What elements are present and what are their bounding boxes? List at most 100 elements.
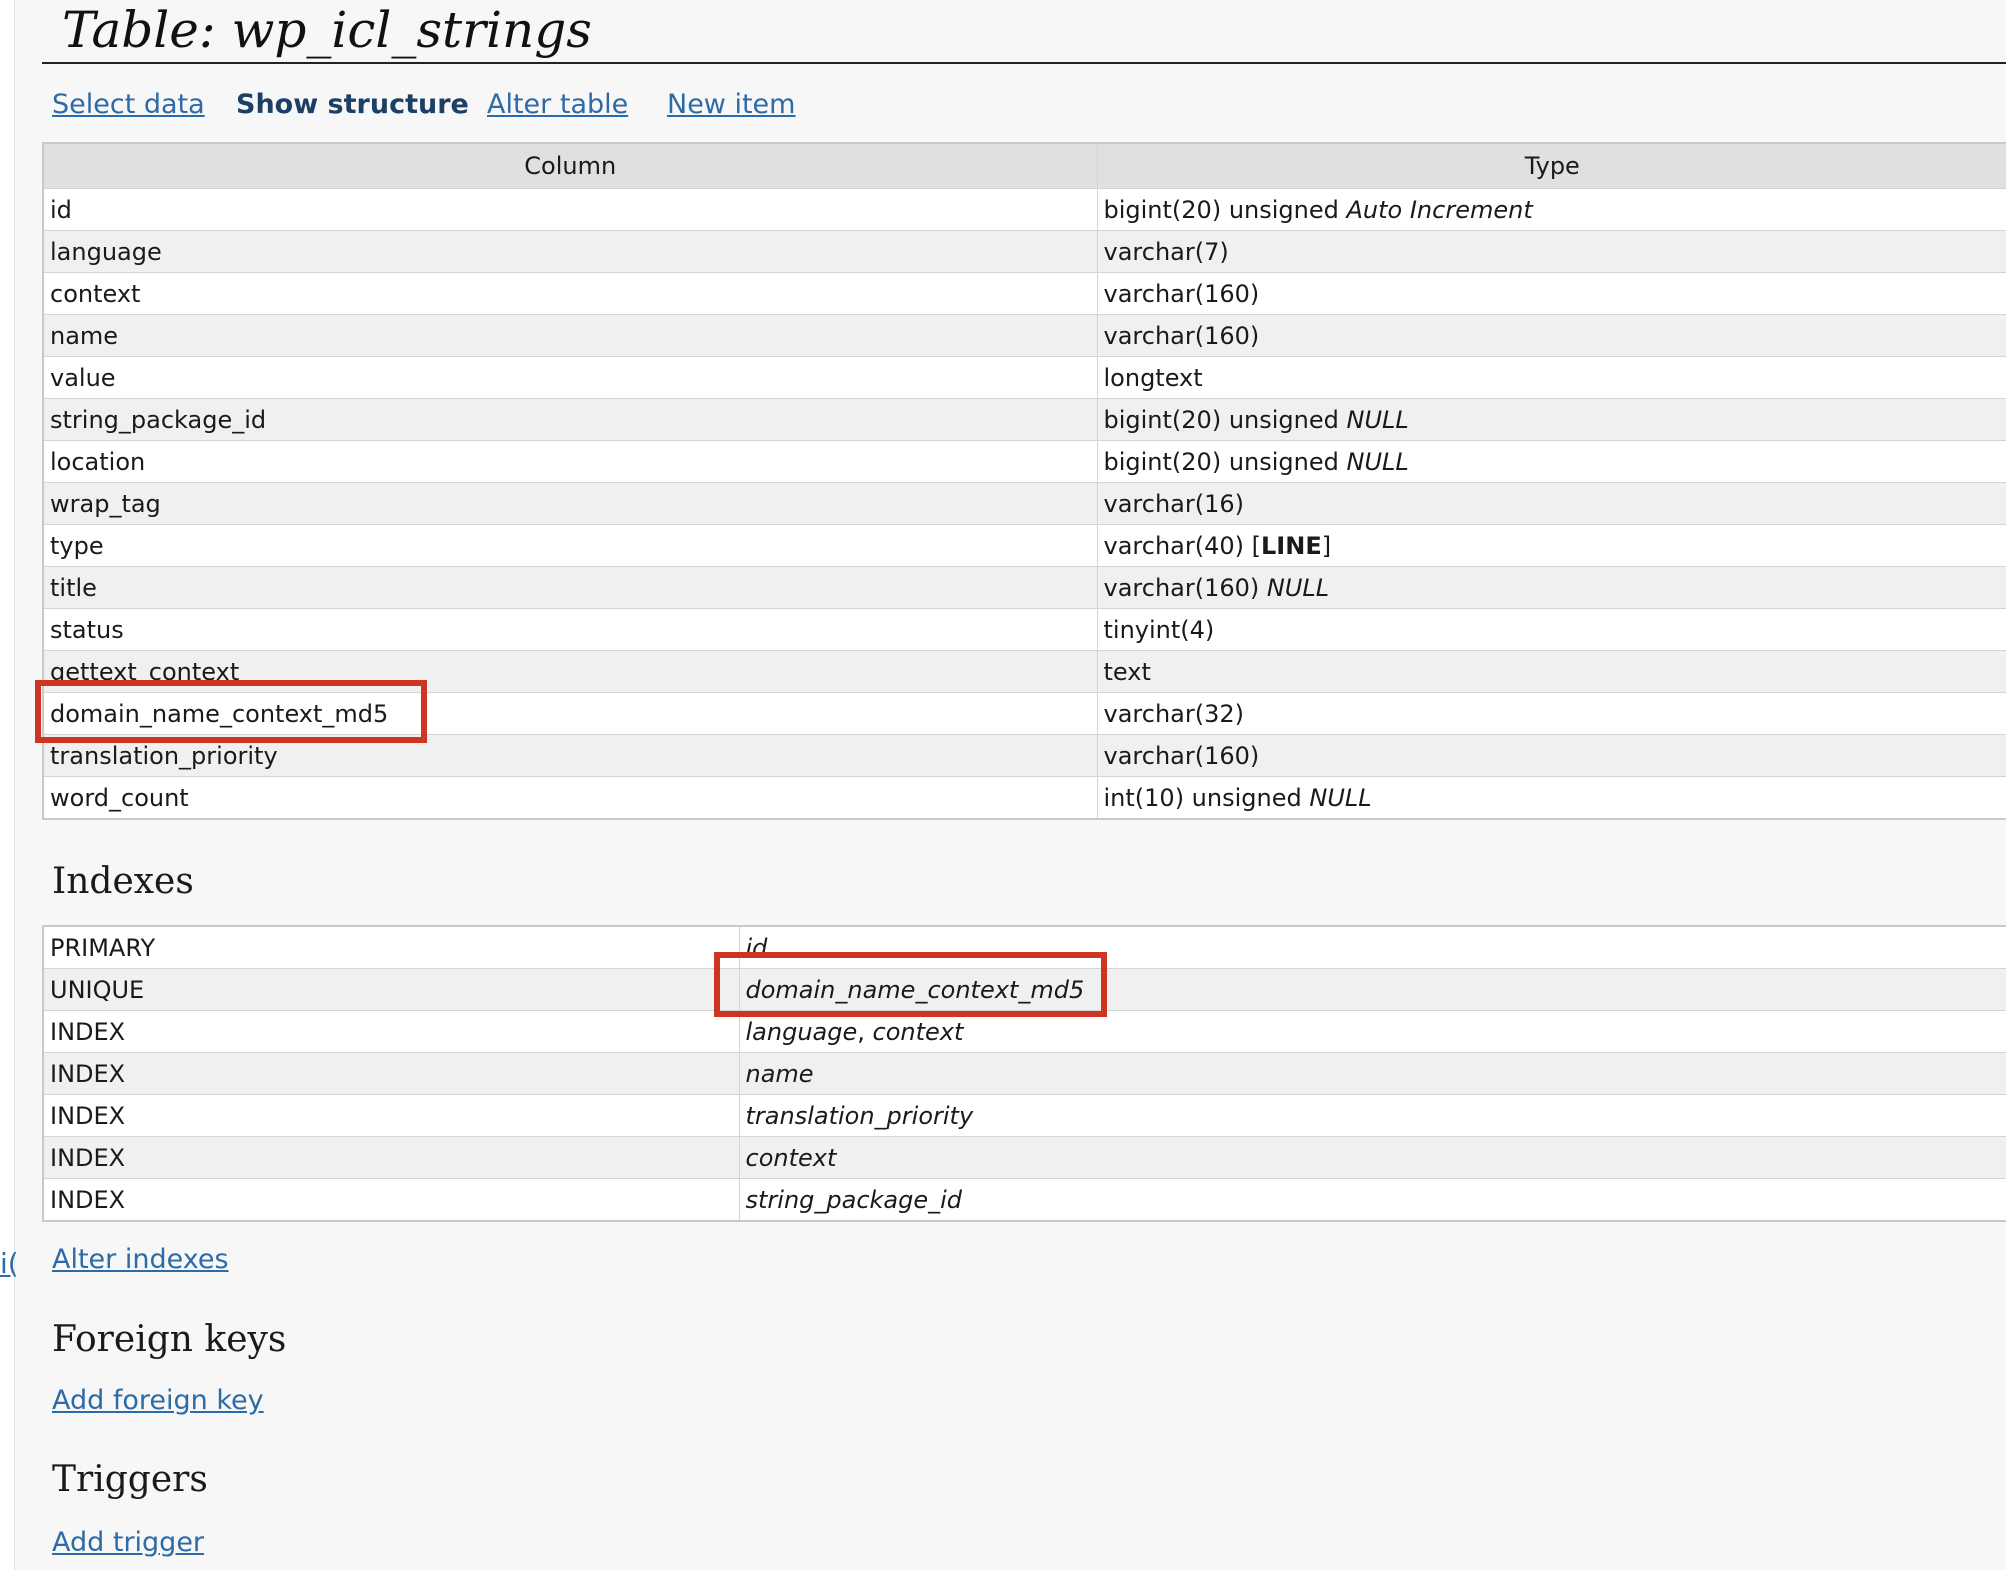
column-type-extra: NULL	[1346, 405, 1409, 434]
column-type-cell: varchar(7)	[1096, 230, 2006, 273]
column-name-cell: string_package_id	[42, 398, 1097, 441]
column-type-text: varchar(160)	[1103, 321, 1260, 350]
index-type-cell: INDEX	[42, 1010, 739, 1053]
index-row: INDEX name	[42, 1052, 2006, 1095]
indexes-table-body: PRIMARY id UNIQUE domain_name_context_md5 IN…	[42, 925, 2006, 1221]
page-title: Table: wp_icl_strings	[62, 1, 592, 59]
type-header[interactable]: Type	[1096, 142, 2006, 189]
column-name-cell: id	[42, 188, 1097, 231]
column-name-cell: context	[42, 272, 1097, 315]
sidebar-edge	[0, 0, 15, 1570]
alter-table-link[interactable]: Alter table	[487, 85, 628, 125]
index-columns-cell: language, context	[738, 1010, 2006, 1053]
index-type-cell: INDEX	[42, 1094, 739, 1137]
index-row: INDEX context	[42, 1136, 2006, 1179]
column-type-cell: varchar(16)	[1096, 482, 2006, 525]
structure-header-row: Column Type	[42, 142, 2006, 189]
structure-row: gettext_context text	[42, 650, 2006, 693]
new-item-link[interactable]: New item	[667, 85, 795, 125]
column-type-cell: longtext	[1096, 356, 2006, 399]
structure-table: Column Type id bigint(20) unsigned Auto I…	[42, 142, 2006, 820]
index-row: PRIMARY id	[42, 925, 2006, 969]
index-type-cell: INDEX	[42, 1178, 739, 1221]
index-type-cell: UNIQUE	[42, 968, 739, 1011]
alter-indexes-link[interactable]: Alter indexes	[52, 1242, 229, 1278]
column-type-cell: varchar(160)	[1096, 314, 2006, 357]
select-data-link[interactable]: Select data	[52, 85, 205, 125]
column-name-cell: name	[42, 314, 1097, 357]
structure-row: name varchar(160)	[42, 314, 2006, 357]
column-type-cell: varchar(160) NULL	[1096, 566, 2006, 609]
column-name-cell: value	[42, 356, 1097, 399]
column-type-cell: text	[1096, 650, 2006, 693]
sidebar-link-fragment[interactable]: i(	[0, 1250, 19, 1278]
structure-row: id bigint(20) unsigned Auto Increment	[42, 188, 2006, 231]
indexes-table: PRIMARY id UNIQUE domain_name_context_md5 IN…	[42, 925, 2006, 1222]
show-structure-link[interactable]: Show structure	[236, 85, 469, 125]
structure-row: value longtext	[42, 356, 2006, 399]
foreign-keys-heading: Foreign keys	[52, 1319, 287, 1360]
column-type-cell: varchar(40) [LINE]	[1096, 524, 2006, 567]
triggers-heading: Triggers	[52, 1459, 208, 1500]
index-column-name: translation_priority	[745, 1101, 974, 1130]
column-header[interactable]: Column	[42, 142, 1097, 189]
column-type-cell: int(10) unsigned NULL	[1096, 776, 2006, 819]
indexes-heading: Indexes	[52, 861, 194, 902]
index-columns-cell: id	[738, 925, 2006, 969]
column-type-text: varchar(32)	[1103, 699, 1245, 728]
column-name-cell: wrap_tag	[42, 482, 1097, 525]
index-row: INDEX translation_priority	[42, 1094, 2006, 1137]
column-type-cell: bigint(20) unsigned Auto Increment	[1096, 188, 2006, 231]
structure-row: language varchar(7)	[42, 230, 2006, 273]
index-column-name: name	[745, 1059, 814, 1088]
column-type-extra: [LINE]	[1251, 531, 1332, 560]
column-type-text: varchar(16)	[1103, 489, 1245, 518]
structure-row: context varchar(160)	[42, 272, 2006, 315]
column-name-cell: domain_name_context_md5	[42, 692, 1097, 735]
column-type-text: longtext	[1103, 363, 1203, 392]
column-type-text: bigint(20) unsigned	[1103, 195, 1339, 224]
column-type-text: int(10) unsigned	[1103, 783, 1302, 812]
column-type-text: bigint(20) unsigned	[1103, 405, 1339, 434]
column-type-cell: varchar(32)	[1096, 692, 2006, 735]
index-row: UNIQUE domain_name_context_md5	[42, 968, 2006, 1011]
column-type-text: varchar(160)	[1103, 279, 1260, 308]
column-name-cell: translation_priority	[42, 734, 1097, 777]
column-name-cell: gettext_context	[42, 650, 1097, 693]
index-columns-cell: string_package_id	[738, 1178, 2006, 1221]
index-column-name: string_package_id	[745, 1185, 963, 1214]
column-type-extra: Auto Increment	[1346, 195, 1533, 224]
structure-row: string_package_id bigint(20) unsigned NUL…	[42, 398, 2006, 441]
structure-row: status tinyint(4)	[42, 608, 2006, 651]
column-type-cell: varchar(160)	[1096, 272, 2006, 315]
column-name-cell: language	[42, 230, 1097, 273]
index-column-name: domain_name_context_md5	[745, 975, 1085, 1004]
column-type-cell: bigint(20) unsigned NULL	[1096, 398, 2006, 441]
title-divider	[42, 62, 2006, 64]
structure-row: type varchar(40) [LINE]	[42, 524, 2006, 567]
index-column-name: context	[745, 1143, 837, 1172]
index-columns-cell: translation_priority	[738, 1094, 2006, 1137]
structure-row: domain_name_context_md5 varchar(32)	[42, 692, 2006, 735]
structure-row: title varchar(160) NULL	[42, 566, 2006, 609]
column-type-text: varchar(160)	[1103, 741, 1260, 770]
index-row: INDEX language, context	[42, 1010, 2006, 1053]
index-row: INDEX string_package_id	[42, 1178, 2006, 1221]
column-name-cell: title	[42, 566, 1097, 609]
add-foreign-key-link[interactable]: Add foreign key	[52, 1383, 264, 1419]
structure-row: location bigint(20) unsigned NULL	[42, 440, 2006, 483]
index-column-name: context	[872, 1017, 964, 1046]
index-columns-cell: domain_name_context_md5	[738, 968, 2006, 1011]
structure-row: word_count int(10) unsigned NULL	[42, 776, 2006, 819]
column-type-text: varchar(160)	[1103, 573, 1260, 602]
column-type-text: text	[1103, 657, 1151, 686]
column-type-text: bigint(20) unsigned	[1103, 447, 1339, 476]
column-type-text: varchar(7)	[1103, 237, 1229, 266]
structure-table-body: id bigint(20) unsigned Auto Increment lang…	[42, 188, 2006, 819]
column-name-cell: type	[42, 524, 1097, 567]
column-name-cell: status	[42, 608, 1097, 651]
add-trigger-link[interactable]: Add trigger	[52, 1525, 204, 1561]
index-type-cell: INDEX	[42, 1136, 739, 1179]
column-type-cell: tinyint(4)	[1096, 608, 2006, 651]
index-column-name: language	[745, 1017, 858, 1046]
